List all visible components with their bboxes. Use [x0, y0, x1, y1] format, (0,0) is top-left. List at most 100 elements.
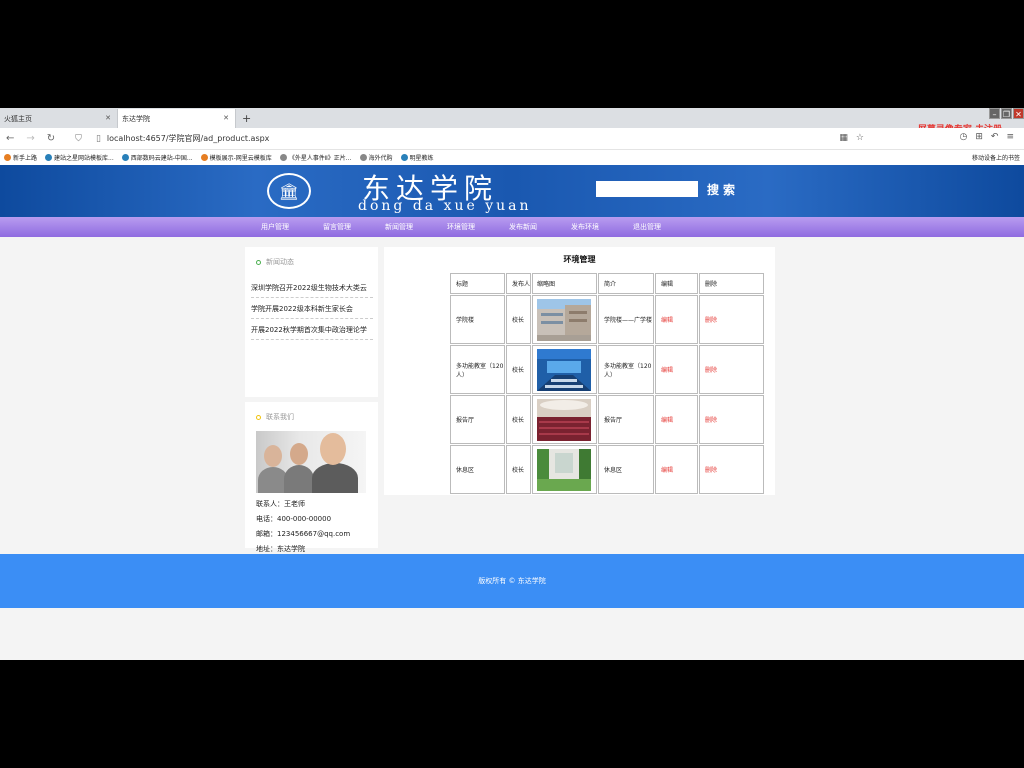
tab-firefox-home[interactable]: 火狐主页 ✕ — [0, 109, 118, 128]
news-heading: 新闻动态 — [245, 247, 378, 267]
news-list: 深圳学院召开2022级生物技术大类云 学院开展2022级本科新生家长会 开展20… — [245, 277, 378, 340]
header-title: 标题 — [450, 273, 505, 294]
header-intro: 简介 — [598, 273, 654, 294]
globe-icon — [359, 154, 367, 161]
edit-link[interactable]: 编辑 — [655, 295, 698, 344]
contact-phone: 电话：400-000-00000 — [256, 515, 332, 523]
environment-panel: 环境管理 标题 发布人 缩略图 简介 编辑 删除 学院楼 校长 学院楼——广学楼… — [384, 247, 775, 495]
new-tab-button[interactable]: + — [242, 112, 251, 125]
bookmark-item[interactable]: 明星教练 — [400, 153, 434, 162]
search-button[interactable]: 搜索 — [707, 181, 739, 198]
globe-icon — [279, 154, 287, 161]
cell-intro: 学院楼——广学楼 — [598, 295, 654, 344]
nav-logout[interactable]: 退出管理 — [633, 217, 695, 237]
head-shape — [320, 433, 346, 465]
cell-thumbnail — [532, 445, 597, 494]
bookmark-item[interactable]: 海外代购 — [359, 153, 393, 162]
edit-link[interactable]: 编辑 — [655, 395, 698, 444]
search-input[interactable] — [596, 181, 698, 197]
person-shape — [312, 463, 358, 493]
news-item[interactable]: 学院开展2022级本科新生家长会 — [251, 298, 373, 319]
head-shape — [264, 445, 282, 467]
delete-link[interactable]: 删除 — [699, 395, 764, 444]
header-author: 发布人 — [506, 273, 531, 294]
timer-icon[interactable]: ◷ — [960, 132, 968, 142]
forward-icon[interactable]: → — [26, 133, 34, 144]
bookmark-item[interactable]: 西部数码云建站-中国... — [121, 153, 193, 162]
page-icon: ▯ — [95, 133, 101, 144]
site-footer: 版权所有 © 东达学院 — [0, 554, 1024, 608]
restore-icon[interactable]: ❐ — [1001, 108, 1012, 119]
nav-publish-news[interactable]: 发布新闻 — [509, 217, 571, 237]
window-close-icon[interactable]: ✕ — [1013, 108, 1024, 119]
bookmark-icon — [400, 154, 408, 161]
customer-service-image — [256, 431, 366, 493]
minimize-icon[interactable]: – — [989, 108, 1000, 119]
undo-icon[interactable]: ↶ — [991, 132, 999, 142]
cell-intro: 多功能教室（120人） — [598, 345, 654, 394]
school-logo-icon: 🏛 — [267, 173, 311, 209]
table-header-row: 标题 发布人 缩略图 简介 编辑 删除 — [450, 273, 764, 294]
tab-label: 火狐主页 — [4, 114, 32, 123]
address-bar: ← → ↻ ⛉ ▯ localhost:4657/学院官网/ad_product… — [0, 128, 1024, 150]
page-title: 环境管理 — [563, 255, 596, 264]
bookmark-icon — [45, 154, 53, 161]
header-thumbnail: 缩略图 — [532, 273, 597, 294]
window-controls: – ❐ ✕ — [989, 108, 1024, 119]
cell-author: 校长 — [506, 445, 531, 494]
cell-title: 报告厅 — [450, 395, 505, 444]
contact-email: 邮箱：123456667@qq.com — [256, 530, 351, 538]
bookmark-item[interactable]: 建站之星网站模板库... — [45, 153, 114, 162]
bullet-icon — [256, 259, 261, 265]
mobile-bookmarks[interactable]: 移动设备上的书签 — [972, 153, 1020, 162]
site-subtitle: dong da xue yuan — [358, 198, 532, 214]
site-header: 🏛 东达学院 dong da xue yuan 搜索 — [0, 165, 1024, 217]
news-panel: 新闻动态 深圳学院召开2022级生物技术大类云 学院开展2022级本科新生家长会… — [245, 247, 378, 397]
news-item[interactable]: 深圳学院召开2022级生物技术大类云 — [251, 277, 373, 298]
close-icon[interactable]: ✕ — [223, 114, 229, 122]
news-item[interactable]: 开展2022秋学期首次集中政治理论学 — [251, 319, 373, 340]
delete-link[interactable]: 删除 — [699, 445, 764, 494]
nav-env-manage[interactable]: 环境管理 — [447, 217, 509, 237]
edit-link[interactable]: 编辑 — [655, 445, 698, 494]
reload-icon[interactable]: ↻ — [47, 133, 55, 144]
main-nav: 用户管理 留言管理 新闻管理 环境管理 发布新闻 发布环境 退出管理 — [0, 217, 1024, 237]
delete-link[interactable]: 删除 — [699, 295, 764, 344]
edit-link[interactable]: 编辑 — [655, 345, 698, 394]
bookmark-icon — [200, 154, 208, 161]
bookmark-item[interactable]: 《外星人事件Ⅱ》正片... — [279, 153, 352, 162]
contact-heading: 联系我们 — [245, 402, 378, 422]
copyright-text: 版权所有 © 东达学院 — [478, 577, 546, 585]
menu-icon[interactable]: ≡ — [1006, 132, 1014, 142]
head-shape — [290, 443, 308, 465]
table-row: 学院楼 校长 学院楼——广学楼 编辑 删除 — [450, 295, 764, 344]
contact-panel: 联系我们 联系人：王老师 电话：400-000-00000 邮箱：1234566… — [245, 402, 378, 553]
nav-user-manage[interactable]: 用户管理 — [261, 217, 323, 237]
crop-icon[interactable]: ⊞ — [975, 132, 983, 142]
star-icon[interactable]: ☆ — [856, 133, 864, 143]
cell-author: 校长 — [506, 395, 531, 444]
cell-intro: 报告厅 — [598, 395, 654, 444]
nav-news-manage[interactable]: 新闻管理 — [385, 217, 447, 237]
bookmark-item[interactable]: 模板展示-网里云模板库 — [200, 153, 272, 162]
bullet-icon — [256, 414, 261, 420]
close-icon[interactable]: ✕ — [105, 114, 111, 122]
tab-dongda[interactable]: 东达学院 ✕ — [118, 109, 236, 128]
cell-title: 多功能教室（120人） — [450, 345, 505, 394]
back-icon[interactable]: ← — [6, 133, 14, 144]
qr-icon[interactable]: ▦ — [839, 133, 848, 143]
shield-icon[interactable]: ⛉ — [75, 134, 82, 144]
contact-address: 地址：东达学院 — [256, 545, 305, 553]
cell-intro: 休息区 — [598, 445, 654, 494]
tab-bar: 火狐主页 ✕ 东达学院 ✕ + – ❐ ✕ 屏幕录像专家 未注册 — [0, 108, 1024, 135]
cell-thumbnail — [532, 345, 597, 394]
delete-link[interactable]: 删除 — [699, 345, 764, 394]
table-row: 多功能教室（120人） 校长 多功能教室（120人） 编辑 删除 — [450, 345, 764, 394]
person-shape — [284, 465, 314, 493]
url-field[interactable]: localhost:4657/学院官网/ad_product.aspx — [107, 133, 270, 144]
bookmark-icon — [121, 154, 129, 161]
nav-message-manage[interactable]: 留言管理 — [323, 217, 385, 237]
bookmark-item[interactable]: 新手上路 — [4, 153, 37, 162]
nav-publish-env[interactable]: 发布环境 — [571, 217, 633, 237]
tab-label: 东达学院 — [122, 114, 150, 123]
